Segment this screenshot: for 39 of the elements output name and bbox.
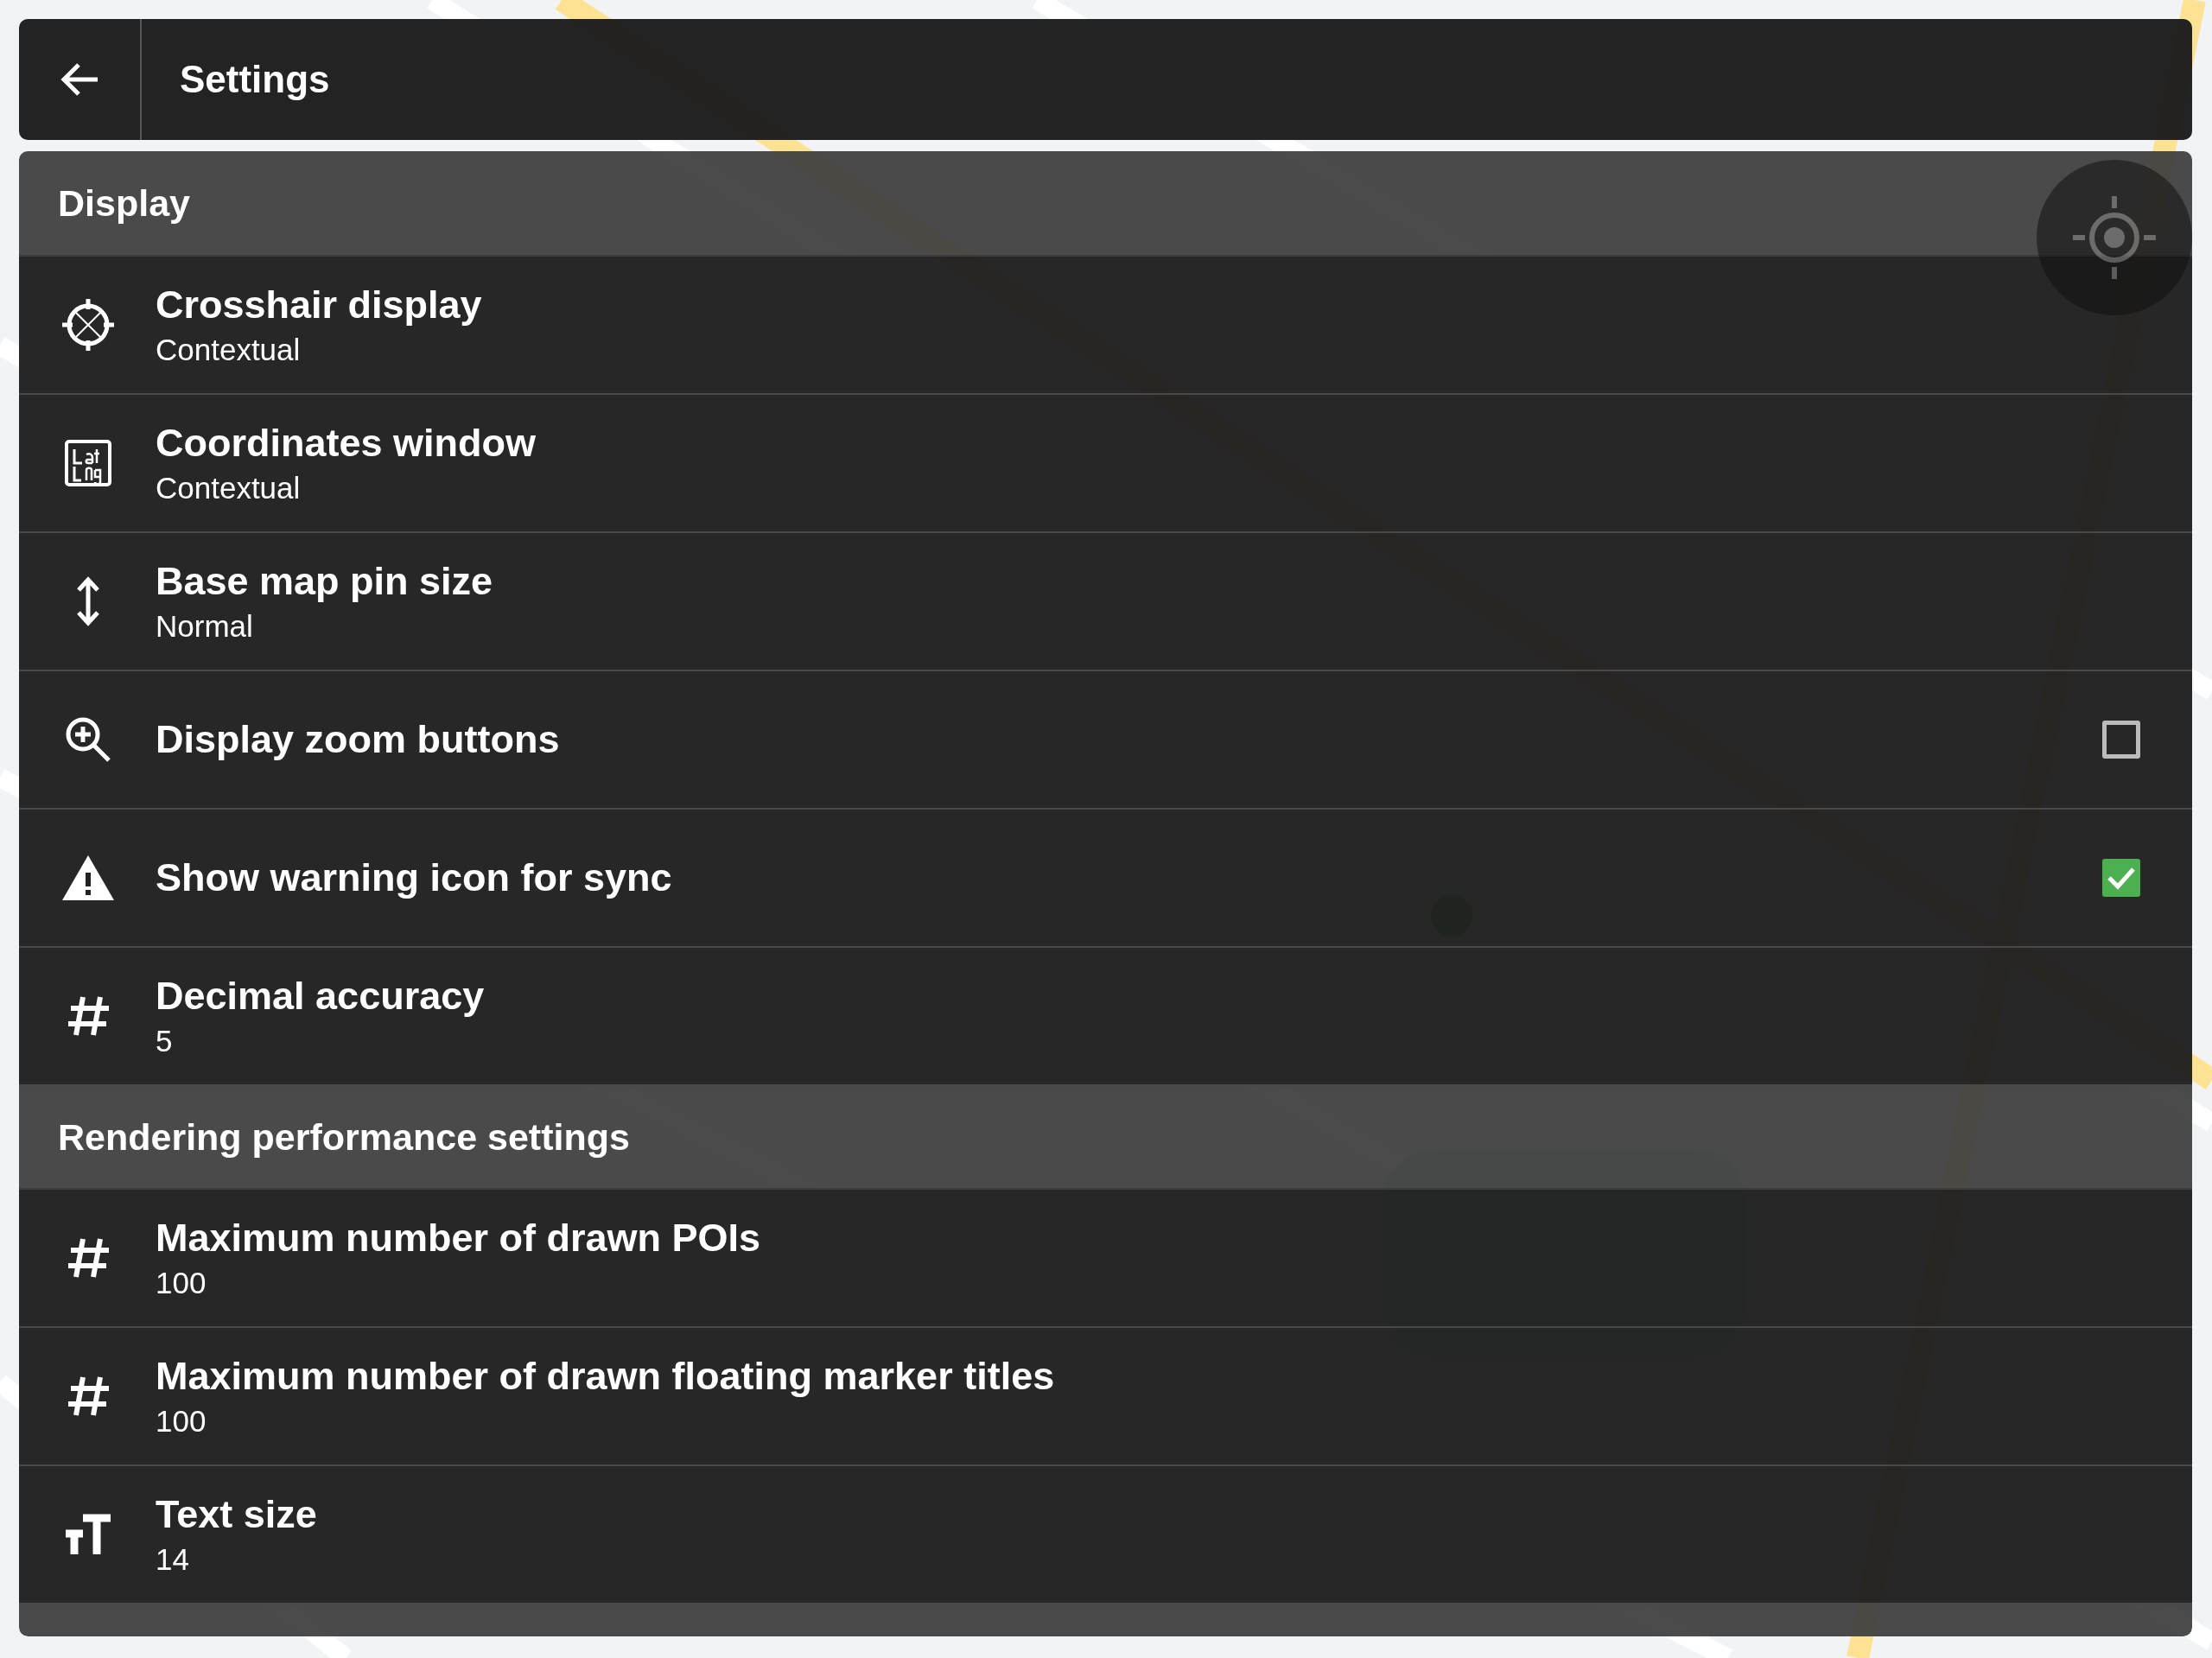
setting-value: 14: [156, 1542, 190, 1577]
setting-title: Show warning icon for sync: [156, 855, 673, 900]
setting-title: Decimal accuracy: [156, 974, 486, 1019]
setting-value: Contextual: [156, 471, 302, 505]
setting-row[interactable]: Crosshair display Contextual: [19, 257, 2192, 395]
lat-lng-icon: [64, 439, 112, 487]
setting-value: Normal: [156, 609, 254, 644]
setting-row[interactable]: Text size 14: [19, 1466, 2192, 1604]
setting-row[interactable]: Coordinates window Contextual: [19, 395, 2192, 533]
setting-row[interactable]: Display zoom buttons: [19, 671, 2192, 810]
section-title: Rendering performance settings: [58, 1115, 630, 1159]
setting-title: Maximum number of drawn POIs: [156, 1216, 762, 1261]
setting-row[interactable]: Base map pin size Normal: [19, 533, 2192, 671]
location-button[interactable]: [2037, 160, 2192, 315]
setting-title: Display zoom buttons: [156, 717, 561, 762]
checkbox[interactable]: [2102, 859, 2140, 897]
vertical-arrows-icon: [75, 576, 101, 626]
setting-title: Text size: [156, 1492, 318, 1537]
setting-title: Base map pin size: [156, 559, 494, 604]
setting-row[interactable]: Maximum number of drawn floating marker titles 100: [19, 1328, 2192, 1466]
setting-value: 100: [156, 1266, 207, 1300]
screen-title: Settings: [180, 58, 330, 101]
back-arrow-icon: [60, 62, 99, 97]
section-title: Display: [58, 181, 190, 225]
setting-value: Contextual: [156, 333, 302, 367]
zoom-in-icon: [64, 715, 112, 764]
warning-icon: [60, 854, 116, 902]
text-size-icon: [64, 1513, 112, 1556]
setting-title: Crosshair display: [156, 283, 483, 327]
checkbox[interactable]: [2102, 721, 2140, 759]
setting-row[interactable]: Maximum number of drawn POIs 100: [19, 1190, 2192, 1328]
crosshair-icon: [60, 297, 116, 353]
setting-row[interactable]: Show warning icon for sync: [19, 810, 2192, 948]
setting-row[interactable]: Decimal accuracy 5: [19, 948, 2192, 1086]
setting-value: 5: [156, 1024, 174, 1058]
checkmark-icon: [2107, 866, 2136, 890]
setting-value: 100: [156, 1404, 207, 1439]
setting-title: Coordinates window: [156, 421, 537, 466]
setting-title: Maximum number of drawn floating marker titles: [156, 1354, 1056, 1399]
